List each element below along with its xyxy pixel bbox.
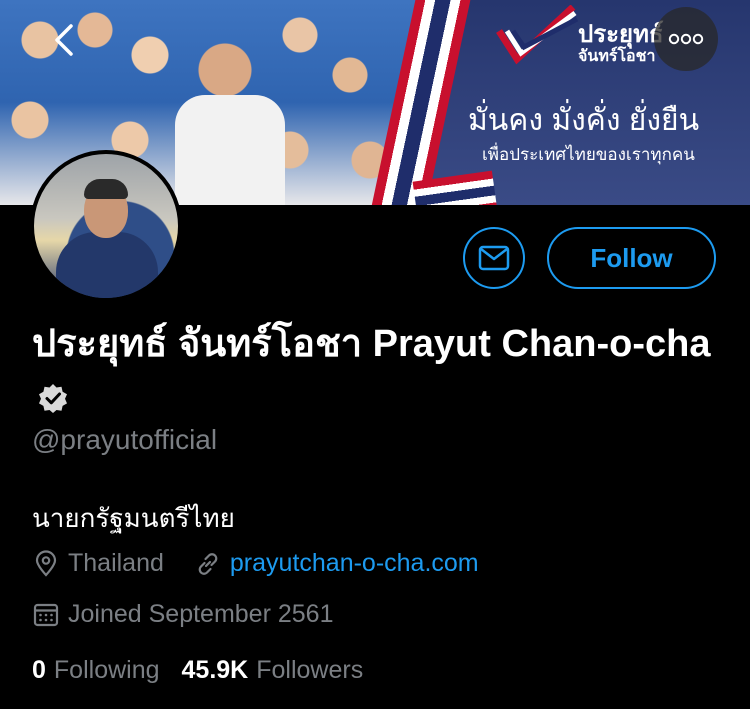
avatar-jacket	[56, 232, 158, 298]
user-handle: @prayutofficial	[32, 424, 218, 455]
chevron-left-icon	[55, 24, 73, 56]
display-name-row: ประยุทธ์ จันทร์โอชา Prayut Chan-o-cha	[32, 318, 712, 422]
mail-icon	[478, 245, 510, 271]
banner-slogan: มั่นคง มั่งคั่ง ยั่งยืน	[468, 104, 700, 137]
followers-label: Followers	[256, 656, 364, 684]
checkmark-logo-icon	[496, 5, 579, 65]
follow-button[interactable]: Follow	[547, 227, 716, 289]
more-dots-icon	[668, 33, 704, 45]
calendar-icon	[32, 601, 60, 629]
following-stat[interactable]: 0 Following	[32, 656, 160, 685]
followers-stat[interactable]: 45.9K Followers	[182, 656, 364, 685]
banner-photo-figure	[175, 95, 285, 205]
location-pin-icon	[32, 549, 60, 578]
bio: นายกรัฐมนตรีไทย	[32, 503, 235, 533]
location-text: Thailand	[68, 549, 164, 577]
avatar-hair	[84, 179, 128, 199]
followers-count: 45.9K	[181, 656, 249, 684]
follow-stats: 0 Following 45.9K Followers	[32, 656, 363, 685]
following-label: Following	[53, 656, 160, 684]
following-count: 0	[32, 656, 46, 684]
link-icon	[194, 550, 222, 578]
joined-text: Joined September 2561	[68, 600, 334, 628]
join-date-row: Joined September 2561	[32, 600, 333, 629]
back-button[interactable]	[44, 20, 84, 60]
message-button[interactable]	[463, 227, 525, 289]
verified-badge-icon	[39, 383, 67, 413]
profile-meta-row: Thailand prayutchan-o-cha.com	[32, 549, 479, 578]
banner-sub-slogan: เพื่อประเทศไทยของเราทุกคน	[482, 145, 695, 164]
banner-brand-surname: จันทร์โอชา	[578, 48, 656, 65]
avatar[interactable]	[30, 150, 182, 302]
more-options-button[interactable]	[654, 7, 718, 71]
display-name: ประยุทธ์ จันทร์โอชา Prayut Chan-o-cha	[32, 323, 711, 365]
website-link[interactable]: prayutchan-o-cha.com	[230, 549, 479, 578]
